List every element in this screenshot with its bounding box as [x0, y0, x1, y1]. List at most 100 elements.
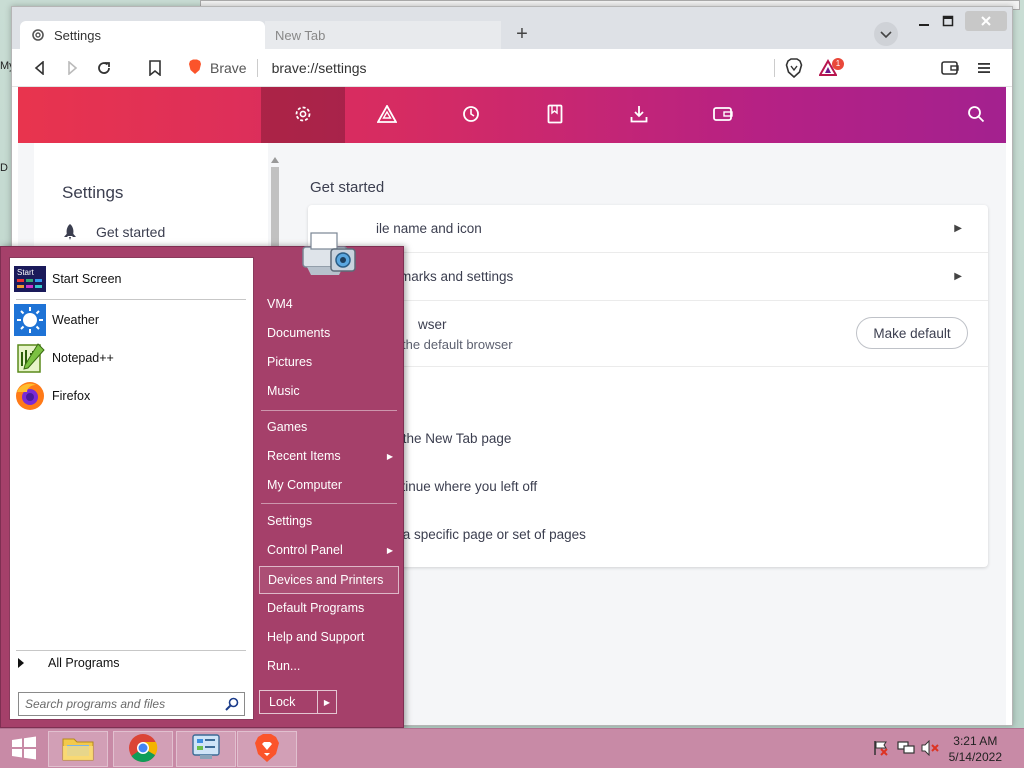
link-label: Control Panel: [267, 543, 343, 557]
triangle-right-icon: [18, 658, 24, 668]
search-settings-button[interactable]: [934, 87, 1012, 143]
divider: [16, 650, 246, 651]
pinned-notepadpp[interactable]: Notepad++: [14, 341, 244, 375]
link-help-and-support[interactable]: Help and Support: [259, 624, 399, 650]
start-menu: Start Start Screen Weather Notepad++ Fir…: [0, 232, 404, 728]
wallet-button[interactable]: [940, 58, 960, 78]
divider: [256, 59, 258, 77]
svg-text:Start: Start: [17, 268, 35, 277]
section-title: Get started: [310, 179, 385, 196]
site-label: Brave: [210, 60, 247, 76]
link-vm4[interactable]: VM4: [259, 291, 399, 317]
maximize-button[interactable]: [938, 11, 958, 31]
clock-date: 5/14/2022: [948, 750, 1002, 764]
link-settings[interactable]: Settings: [259, 508, 399, 534]
volume-muted-icon[interactable]: [921, 739, 939, 757]
all-programs-button[interactable]: All Programs: [18, 656, 120, 670]
divider: [16, 299, 246, 300]
row-profile-name[interactable]: ile name and icon ▶: [308, 205, 988, 253]
control-panel-icon: [190, 733, 222, 766]
row-label: wser: [418, 317, 447, 332]
lock-button[interactable]: Lock: [260, 691, 318, 713]
row-label: marks and settings: [400, 269, 514, 284]
all-programs-label: All Programs: [48, 656, 120, 670]
history-icon: [461, 104, 481, 127]
new-tab-button[interactable]: +: [511, 24, 533, 46]
back-button[interactable]: [30, 58, 50, 78]
menu-button[interactable]: [974, 58, 994, 78]
divider: [261, 503, 397, 504]
pinned-start-screen[interactable]: Start Start Screen: [14, 262, 244, 296]
divider: [774, 59, 775, 77]
start-button[interactable]: [0, 731, 48, 767]
triangle-right-icon: ▶: [323, 697, 331, 707]
startup-option-continue[interactable]: ntinue where you left off: [394, 479, 537, 494]
taskbar-file-explorer[interactable]: [48, 731, 108, 767]
start-menu-programs-pane: Start Start Screen Weather Notepad++ Fir…: [9, 257, 254, 720]
gear-icon: [293, 104, 313, 127]
tab-settings[interactable]: Settings: [20, 21, 265, 49]
address-bar[interactable]: Brave brave://settings: [180, 54, 774, 82]
search-icon[interactable]: [225, 697, 239, 711]
bookmark-button[interactable]: [145, 58, 165, 78]
tab-label: New Tab: [275, 27, 326, 43]
network-icon[interactable]: [897, 739, 915, 757]
pinned-label: Start Screen: [52, 272, 122, 286]
nav-history[interactable]: [429, 87, 513, 143]
pinned-weather[interactable]: Weather: [14, 303, 244, 337]
pinned-label: Weather: [52, 313, 100, 327]
taskbar: 3:21 AM 5/14/2022: [0, 728, 1024, 768]
reload-button[interactable]: [94, 58, 114, 78]
lock-options-button[interactable]: ▶: [318, 691, 336, 713]
system-clock[interactable]: 3:21 AM 5/14/2022: [949, 733, 1002, 765]
link-default-programs[interactable]: Default Programs: [259, 595, 399, 621]
notepadpp-icon: [14, 342, 46, 374]
link-documents[interactable]: Documents: [259, 320, 399, 346]
action-center-flag-icon[interactable]: [872, 739, 890, 757]
pinned-firefox[interactable]: Firefox: [14, 379, 244, 413]
link-control-panel[interactable]: Control Panel ▶: [259, 537, 399, 563]
gear-icon: [30, 27, 46, 43]
search-placeholder: Search programs and files: [25, 697, 166, 711]
link-recent-items[interactable]: Recent Items ▶: [259, 443, 399, 469]
minimize-button[interactable]: [914, 11, 934, 31]
taskbar-control-panel[interactable]: [176, 731, 236, 767]
tab-new-tab[interactable]: New Tab: [265, 21, 501, 49]
tab-search-button[interactable]: [874, 22, 898, 46]
taskbar-chrome[interactable]: [113, 731, 173, 767]
row-import-bookmarks[interactable]: marks and settings ▶: [308, 253, 988, 301]
tab-bar: Settings New Tab +: [12, 7, 1012, 49]
nav-settings[interactable]: [261, 87, 345, 143]
row-sublabel: the default browser: [402, 337, 513, 352]
link-my-computer[interactable]: My Computer: [259, 472, 399, 498]
link-pictures[interactable]: Pictures: [259, 349, 399, 375]
wallet-icon: [713, 106, 733, 125]
brave-lion-icon: [188, 59, 202, 78]
firefox-icon: [14, 380, 46, 412]
close-button[interactable]: [965, 11, 1007, 31]
make-default-button[interactable]: Make default: [856, 317, 968, 349]
search-icon: [967, 105, 985, 126]
chrome-icon: [128, 733, 158, 766]
sidebar-title: Settings: [62, 183, 124, 202]
link-label: Recent Items: [267, 449, 341, 463]
nav-wallet[interactable]: [681, 87, 765, 143]
startup-option-specific-pages[interactable]: en a specific page or set of pages: [384, 527, 586, 542]
sidebar-item-get-started[interactable]: Get started: [62, 223, 165, 241]
nav-bookmarks[interactable]: [513, 87, 597, 143]
link-devices-and-printers[interactable]: Devices and Printers: [259, 566, 399, 594]
link-music[interactable]: Music: [259, 378, 399, 404]
browser-toolbar: Brave brave://settings 1: [12, 49, 1012, 87]
search-input[interactable]: Search programs and files: [18, 692, 245, 716]
chevron-right-icon: ▶: [954, 271, 962, 282]
link-games[interactable]: Games: [259, 414, 399, 440]
scroll-up-icon: [271, 151, 279, 166]
link-run[interactable]: Run...: [259, 653, 399, 679]
nav-rewards[interactable]: [345, 87, 429, 143]
url-text[interactable]: brave://settings: [272, 60, 367, 76]
nav-downloads[interactable]: [597, 87, 681, 143]
forward-button[interactable]: [62, 58, 82, 78]
brave-shields-button[interactable]: [784, 58, 804, 78]
taskbar-brave[interactable]: [237, 731, 297, 767]
rewards-badge: 1: [832, 58, 844, 70]
